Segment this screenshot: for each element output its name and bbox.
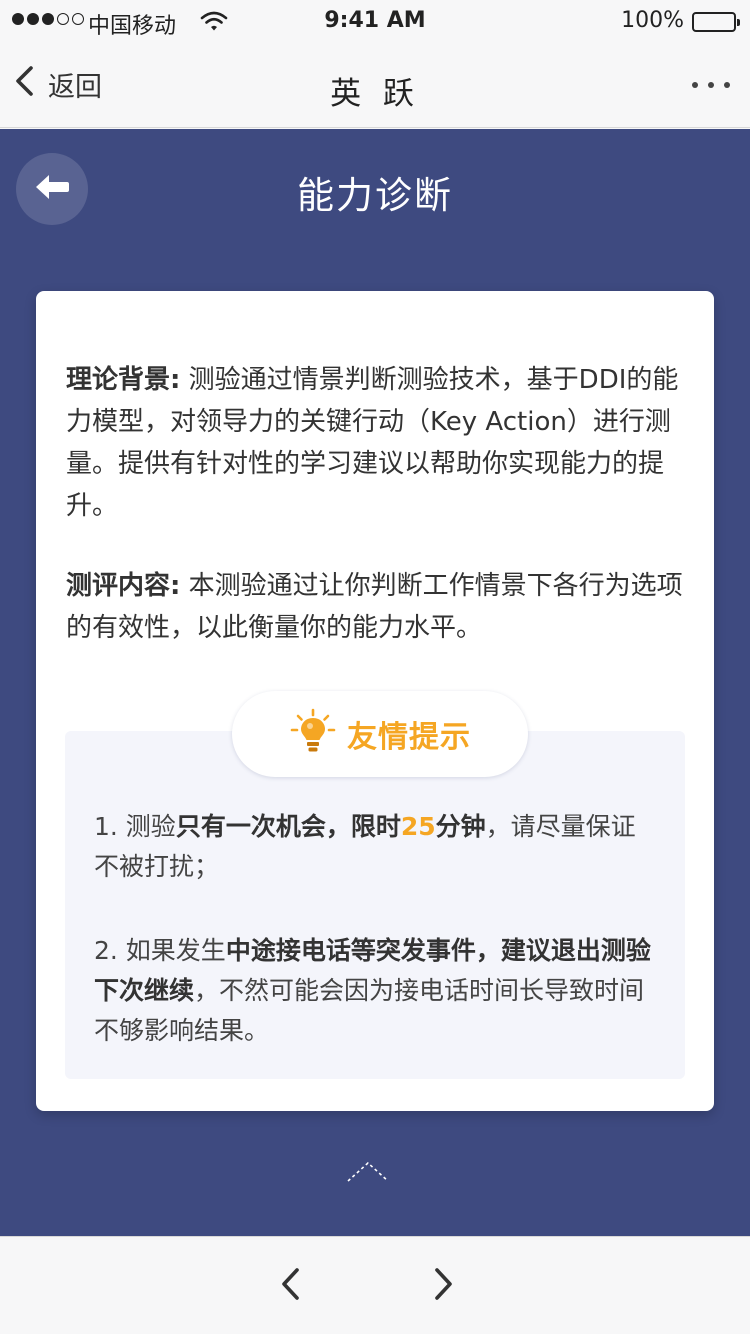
tip1-bold-unit: 分钟 — [435, 812, 486, 841]
lightbulb-icon — [289, 708, 337, 760]
tip2-prefix: 2. 如果发生 — [94, 936, 226, 965]
main-content: 能力诊断 理论背景: 测验通过情景判断测验技术，基于DDI的能力模型，对领导力的… — [0, 129, 750, 1236]
tip-item: 2. 如果发生中途接电话等突发事件，建议退出测验下次继续，不然可能会因为接电话时… — [94, 931, 656, 1051]
tip1-prefix: 1. 测验 — [94, 812, 176, 841]
info-card: 理论背景: 测验通过情景判断测验技术，基于DDI的能力模型，对领导力的关键行动（… — [36, 291, 714, 1111]
navigation-bar: 返回 英 跃 — [0, 40, 750, 128]
theory-paragraph: 理论背景: 测验通过情景判断测验技术，基于DDI的能力模型，对领导力的关键行动（… — [66, 359, 684, 527]
tips-title: 友情提示 — [347, 720, 471, 755]
battery-icon — [692, 12, 740, 32]
more-icon[interactable] — [692, 82, 730, 88]
next-page-button[interactable] — [424, 1263, 464, 1309]
tip1-highlight: 25 — [400, 812, 436, 841]
battery-percent: 100% — [621, 8, 684, 33]
chevron-left-icon — [279, 1267, 301, 1305]
tip-item: 1. 测验只有一次机会，限时25分钟，请尽量保证不被打扰； — [94, 807, 656, 887]
content-label: 测评内容: — [66, 571, 181, 601]
page-title: 能力诊断 — [297, 174, 453, 217]
theory-label: 理论背景: — [66, 365, 181, 395]
tips-header: 友情提示 — [232, 691, 528, 777]
content-paragraph: 测评内容: 本测验通过让你判断工作情景下各行为选项的有效性，以此衡量你的能力水平… — [66, 565, 684, 649]
bottom-toolbar — [0, 1236, 750, 1334]
prev-page-button[interactable] — [270, 1263, 310, 1309]
nav-title: 英 跃 — [330, 76, 420, 112]
chevron-up-icon[interactable] — [346, 1159, 390, 1189]
chevron-right-icon — [433, 1267, 455, 1305]
status-bar: 中国移动 9:41 AM 100% — [0, 0, 750, 40]
tip1-bold: 只有一次机会，限时 — [175, 812, 401, 841]
